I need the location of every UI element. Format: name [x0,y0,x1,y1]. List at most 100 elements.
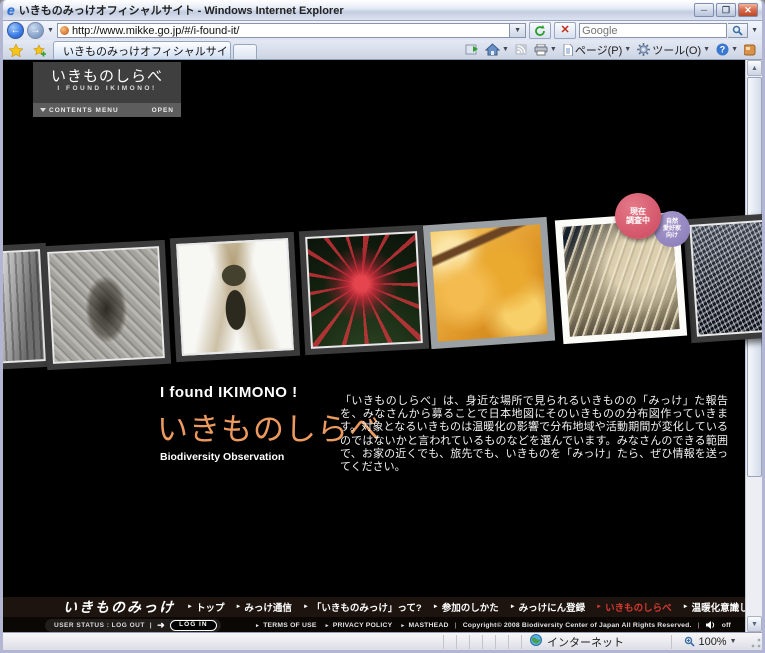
nav-arrow-icon: ► [235,604,241,610]
footer-link-3[interactable]: ►MASTHEAD [400,622,448,629]
quick-tabs-icon[interactable] [465,44,479,56]
address-bar: ← → ▼ ▼ ✕ ▼ [3,21,762,40]
nav-item-4[interactable]: ►参加のしかた [433,600,499,614]
tree-bark-photo-image [3,249,46,367]
footer-link-2[interactable]: ►PRIVACY POLICY [325,622,393,629]
zoom-control[interactable]: 100% ▼ [671,635,749,649]
nav-item-label: 温暖化意識しらべ [692,600,745,614]
search-options-dropdown-icon[interactable]: ▼ [751,27,758,34]
tab-bar: いきものみっけオフィシャルサイト ▼ ▼ ページ(P) ▼ [3,40,762,60]
bottom-nav-bar: いきものみっけ ►トップ►みっけ通信►「いきものみっけ」って?►参加のしかた►み… [3,597,745,617]
nav-item-3[interactable]: ►「いきものみっけ」って? [303,600,422,614]
status-bar: インターネット 100% ▼ [3,632,762,650]
feeds-icon[interactable] [515,44,528,56]
chevron-down-icon [40,108,46,112]
nav-item-label: いきものしらべ [605,600,672,614]
scroll-up-icon[interactable]: ▲ [747,60,762,76]
print-button[interactable]: ▼ [534,44,557,56]
nav-item-5[interactable]: ►みっけにん登録 [510,600,585,614]
login-arrow-icon: ➜ [157,621,165,630]
address-input[interactable] [72,24,507,37]
zoom-icon [684,636,695,647]
history-dropdown-icon[interactable]: ▼ [47,27,54,34]
page-content: いきものしらべ I FOUND IKIMONO! CONTENTS MENU O… [3,60,762,632]
search-input[interactable] [582,25,724,37]
frost-texture-photo[interactable] [683,211,762,343]
search-box[interactable] [579,23,727,38]
ginkgo-leaves-photo[interactable] [423,217,555,349]
page-dropdown-icon[interactable]: ▼ [624,46,631,53]
sound-toggle[interactable]: off [722,622,731,629]
site-logo-subtitle: I FOUND IKIMONO! [33,85,181,92]
resize-grip[interactable] [749,637,762,650]
close-button[interactable]: ✕ [738,3,758,17]
nav-item-1[interactable]: ►トップ [187,600,224,614]
footer-arrow-icon: ► [325,623,330,629]
maximize-button[interactable]: ❐ [716,3,736,17]
address-field[interactable] [57,23,510,38]
user-status-label: USER STATUS : LOG OUT [54,622,145,629]
contents-menu-bar[interactable]: CONTENTS MENU OPEN [33,103,181,117]
login-button[interactable]: LOG IN [170,620,216,631]
new-tab-button[interactable] [233,44,257,59]
site-logo-box[interactable]: いきものしらべ I FOUND IKIMONO! CONTENTS MENU O… [33,62,181,117]
security-zone-pane: インターネット [521,635,671,649]
contents-menu-open-label: OPEN [152,107,174,114]
ie-logo-icon: e [7,3,15,17]
footer-arrow-icon: ► [400,623,405,629]
tools-dropdown-icon[interactable]: ▼ [703,46,710,53]
status-segment [495,635,508,649]
nav-item-2[interactable]: ►みっけ通信 [235,600,291,614]
status-segment [469,635,482,649]
cicada-specimen-photo[interactable] [170,232,300,362]
forward-button[interactable]: → [27,22,44,39]
favorites-icon[interactable] [5,42,27,59]
print-dropdown-icon[interactable]: ▼ [550,46,557,53]
add-favorite-icon[interactable] [29,42,51,59]
help-button[interactable]: ? ▼ [716,43,738,56]
svg-text:?: ? [720,45,726,55]
nav-item-6[interactable]: ►いきものしらべ [596,600,671,614]
tab-active[interactable]: いきものみっけオフィシャルサイト [53,41,231,59]
footer-link-1[interactable]: ►TERMS OF USE [255,622,317,629]
status-segment [456,635,469,649]
status-segment [443,635,456,649]
speaker-icon[interactable] [706,621,716,631]
nav-arrow-icon: ► [433,604,439,610]
contents-menu-label: CONTENTS MENU [49,107,119,114]
site-logo-title: いきものしらべ [33,68,181,85]
nav-arrow-icon: ► [596,604,602,610]
nav-arrow-icon: ► [303,604,309,610]
nav-item-label: トップ [196,600,225,614]
addon-icon[interactable] [744,44,756,56]
footer-link-label: PRIVACY POLICY [333,622,393,629]
tools-menu-label: ツール(O) [652,42,701,58]
help-dropdown-icon[interactable]: ▼ [731,46,738,53]
hero-heading-en: I found IKIMONO ! [160,384,298,401]
footer-separator: | [455,622,457,629]
tools-menu[interactable]: ツール(O) ▼ [637,42,710,58]
back-button[interactable]: ← [7,22,24,39]
search-icon[interactable] [728,23,748,38]
nav-item-label: 参加のしかた [442,600,499,614]
minimize-button[interactable]: ─ [694,3,714,17]
address-dropdown-button[interactable]: ▼ [510,23,526,38]
home-dropdown-icon[interactable]: ▼ [502,46,509,53]
page-menu[interactable]: ページ(P) ▼ [563,42,631,58]
nav-item-label: みっけ通信 [244,600,292,614]
site-logo[interactable]: いきものしらべ I FOUND IKIMONO! [33,62,181,103]
mikke-logo[interactable]: いきものみっけ [63,597,175,617]
scroll-down-icon[interactable]: ▼ [747,616,762,632]
stop-button[interactable]: ✕ [554,22,576,39]
zoom-dropdown-icon[interactable]: ▼ [730,638,737,645]
cicada-on-bark-photo[interactable] [41,240,171,370]
status-divider: | [150,622,152,629]
nav-item-label: みっけにん登録 [519,600,586,614]
home-button[interactable]: ▼ [485,43,509,56]
nav-item-7[interactable]: ►温暖化意識しらべ [683,600,745,614]
refresh-button[interactable] [529,22,551,39]
globe-icon [530,634,542,649]
tab-title: いきものみっけオフィシャルサイト [63,43,231,59]
vertical-scrollbar[interactable]: ▲ ▼ [745,60,762,632]
red-spider-lily-photo[interactable] [299,225,429,355]
